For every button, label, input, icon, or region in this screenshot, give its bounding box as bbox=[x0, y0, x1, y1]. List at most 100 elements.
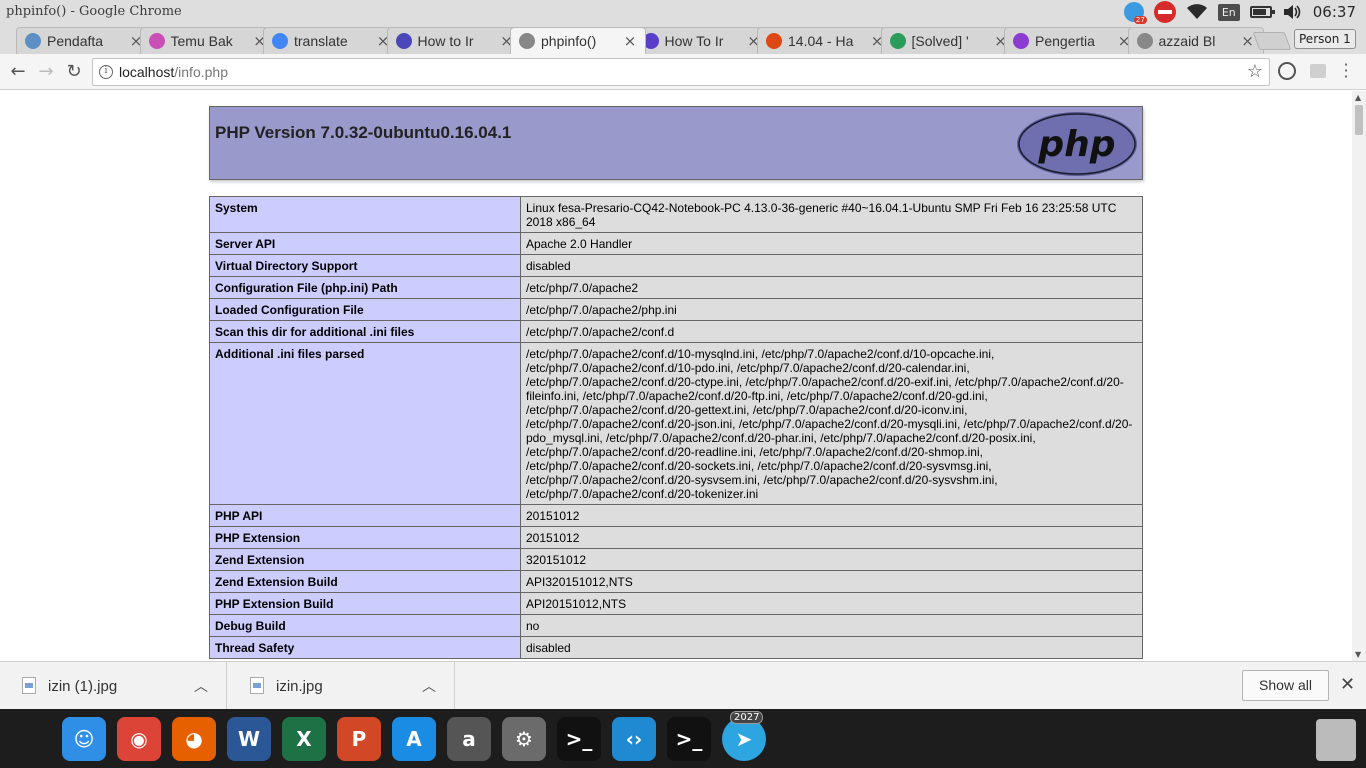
table-row: Scan this dir for additional .ini files /… bbox=[209, 320, 1143, 343]
row-key: System bbox=[209, 196, 521, 233]
row-value: API20151012,NTS bbox=[520, 592, 1143, 615]
page-icon bbox=[1136, 33, 1153, 49]
downloads-bar: izin (1).jpg ︿ izin.jpg ︿ Show all ✕ bbox=[0, 661, 1366, 710]
reload-button[interactable]: ↻ bbox=[62, 60, 86, 84]
scroll-thumb[interactable] bbox=[1355, 105, 1363, 135]
dock-glyph: X bbox=[296, 727, 312, 751]
close-icon[interactable]: ✕ bbox=[1340, 674, 1355, 695]
php-logo[interactable]: php bbox=[1016, 111, 1138, 177]
window-title: phpinfo() - Google Chrome bbox=[6, 4, 182, 19]
tab-1[interactable]: Pendafta × bbox=[16, 27, 152, 54]
notification-icon: 27 bbox=[1123, 2, 1147, 24]
table-row: Loaded Configuration File/etc/php/7.0/ap… bbox=[209, 298, 1143, 321]
wifi-indicator[interactable] bbox=[1186, 0, 1208, 24]
show-all-button[interactable]: Show all bbox=[1242, 670, 1329, 701]
tab-2[interactable]: Temu Bak × bbox=[139, 27, 276, 54]
row-key: Server API bbox=[209, 232, 521, 255]
finder-icon[interactable]: ☺ bbox=[62, 717, 106, 761]
tab-close-icon[interactable]: × bbox=[1241, 32, 1255, 50]
notification-indicator[interactable]: 27 bbox=[1123, 0, 1147, 24]
app-store-icon[interactable]: A bbox=[392, 717, 436, 761]
table-row: Zend Extension Build API320151012,NTS bbox=[209, 570, 1143, 593]
url-host: localhost bbox=[119, 64, 175, 80]
battery-icon bbox=[1249, 6, 1275, 18]
dock-glyph: a bbox=[462, 727, 476, 751]
amazon-icon[interactable]: a bbox=[447, 717, 491, 761]
settings-icon[interactable]: ⚙ bbox=[502, 717, 546, 761]
no-entry-indicator[interactable] bbox=[1153, 0, 1176, 24]
tab-strip: Pendafta × Temu Bak × translate × How to Ir × ph… bbox=[0, 24, 1366, 54]
google-icon bbox=[272, 33, 288, 49]
download-filename: izin (1).jpg bbox=[48, 678, 118, 695]
table-row: Zend Extension 320151012 bbox=[209, 548, 1143, 571]
table-row: Virtual Directory Support disabled bbox=[209, 254, 1143, 277]
address-bar[interactable]: i localhost/info.php ☆ bbox=[92, 58, 1270, 86]
tab-7[interactable]: 14.04 - Ha × bbox=[757, 27, 893, 54]
row-value: disabled bbox=[520, 636, 1143, 659]
tab-4[interactable]: How to Ir × bbox=[386, 27, 523, 54]
row-value: /etc/php/7.0/apache2/php.ini bbox=[520, 298, 1143, 321]
apple-logo-icon[interactable] bbox=[8, 717, 52, 761]
tab-10[interactable]: azzaid Bl × bbox=[1127, 27, 1264, 54]
table-row: PHP Extension Build API20151012,NTS bbox=[209, 592, 1143, 615]
tab-close-icon[interactable]: × bbox=[623, 32, 637, 50]
notification-count: 27 bbox=[1133, 16, 1147, 24]
info-icon[interactable]: i bbox=[99, 65, 113, 79]
clock[interactable]: 06:37 bbox=[1313, 3, 1356, 21]
browser-toolbar: ← → ↻ i localhost/info.php ☆ · · · bbox=[0, 54, 1366, 90]
circle-icon bbox=[395, 33, 412, 49]
extension-2-icon[interactable] bbox=[1310, 64, 1326, 78]
page-scrollbar[interactable]: ▲ ▼ bbox=[1352, 91, 1366, 661]
tab-9[interactable]: Pengertia × bbox=[1004, 27, 1140, 54]
terminal-2-icon[interactable]: >_ bbox=[667, 717, 711, 761]
extension-icon[interactable] bbox=[1278, 62, 1296, 80]
tab-5[interactable]: phpinfo() × bbox=[510, 27, 646, 54]
back-button[interactable]: ← bbox=[6, 60, 30, 84]
tab-label: [Solved] ' bbox=[911, 33, 969, 49]
scroll-down-icon[interactable]: ▼ bbox=[1355, 650, 1361, 659]
battery-indicator[interactable] bbox=[1249, 0, 1275, 24]
new-tab-button[interactable] bbox=[1252, 32, 1292, 50]
volume-icon bbox=[1283, 5, 1301, 19]
volume-indicator[interactable] bbox=[1282, 0, 1302, 24]
download-item[interactable]: izin.jpg ︿ bbox=[228, 662, 455, 710]
gear-icon bbox=[889, 33, 906, 49]
chrome-menu-icon[interactable]: · · · bbox=[1342, 57, 1350, 85]
powerpoint-icon[interactable]: P bbox=[337, 717, 381, 761]
tab-8[interactable]: [Solved] ' × bbox=[880, 27, 1017, 54]
php-version-header: PHP Version 7.0.32-0ubuntu0.16.04.1 php bbox=[209, 106, 1143, 180]
url-text[interactable]: localhost/info.php bbox=[119, 64, 228, 80]
table-row: Thread Safety disabled bbox=[209, 636, 1143, 659]
tab-label: Pendafta bbox=[47, 33, 104, 49]
table-row: System Linux fesa-Presario-CQ42-Notebook-… bbox=[209, 196, 1143, 233]
scroll-up-icon[interactable]: ▲ bbox=[1355, 93, 1361, 102]
row-key: Loaded Configuration File bbox=[209, 298, 521, 321]
tab-6[interactable]: How To Ir × bbox=[633, 27, 770, 54]
language-indicator[interactable]: En bbox=[1217, 0, 1240, 24]
trash-icon[interactable] bbox=[1316, 719, 1356, 761]
reload-icon: ↻ bbox=[66, 61, 82, 82]
vscode-icon[interactable]: ‹› bbox=[612, 717, 656, 761]
row-key: PHP Extension bbox=[209, 526, 521, 549]
row-value: Linux fesa-Presario-CQ42-Notebook-PC 4.1… bbox=[520, 196, 1143, 233]
row-value: no bbox=[520, 614, 1143, 637]
dock-glyph: A bbox=[406, 727, 422, 751]
system-title-bar: phpinfo() - Google Chrome 27 En 06:37 bbox=[0, 0, 1366, 24]
bookmark-star-icon[interactable]: ☆ bbox=[1247, 61, 1263, 82]
profile-button[interactable]: Person 1 bbox=[1294, 29, 1356, 49]
chevron-up-icon[interactable]: ︿ bbox=[194, 676, 208, 696]
telegram-icon[interactable]: ➤ 2027 bbox=[722, 711, 766, 761]
chevron-up-icon[interactable]: ︿ bbox=[422, 676, 436, 696]
forward-button[interactable]: → bbox=[34, 60, 58, 84]
tab-3[interactable]: translate × bbox=[263, 27, 399, 54]
download-item[interactable]: izin (1).jpg ︿ bbox=[0, 662, 227, 710]
word-icon[interactable]: W bbox=[227, 717, 271, 761]
back-arrow-icon: ← bbox=[10, 61, 26, 82]
excel-icon[interactable]: X bbox=[282, 717, 326, 761]
chrome-icon[interactable]: ◉ bbox=[117, 717, 161, 761]
page-icon bbox=[519, 33, 535, 49]
firefox-icon[interactable]: ◕ bbox=[172, 717, 216, 761]
terminal-icon[interactable]: >_ bbox=[557, 717, 601, 761]
row-value: /etc/php/7.0/apache2 bbox=[520, 276, 1143, 299]
dock-glyph: ◕ bbox=[185, 727, 203, 751]
